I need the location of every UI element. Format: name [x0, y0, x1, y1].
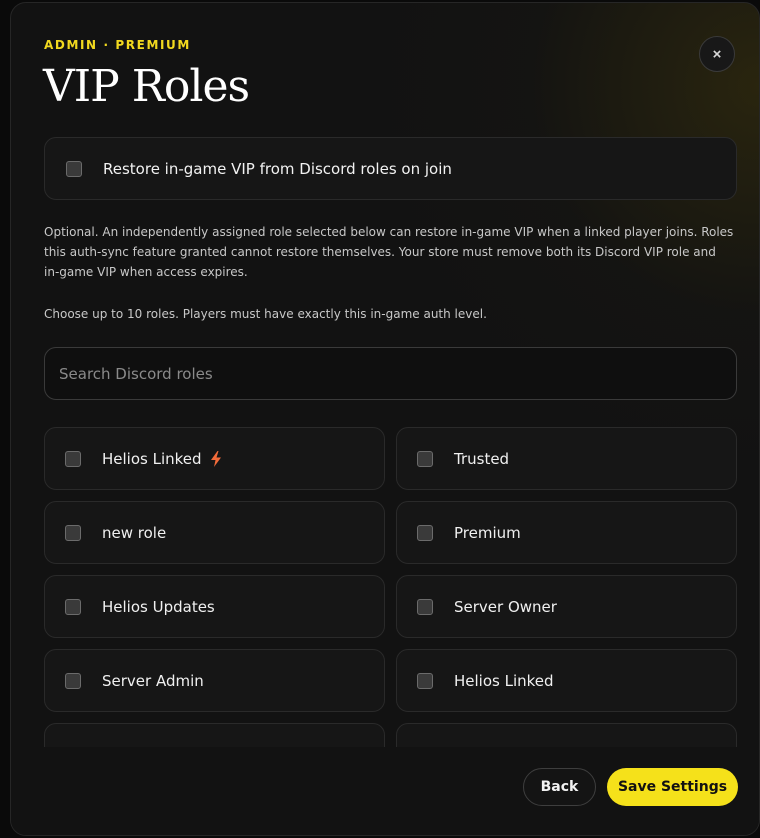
role-option[interactable]: Premium [396, 501, 737, 564]
role-label: Helios Linked [454, 671, 554, 690]
role-checkbox[interactable] [65, 672, 81, 689]
role-option[interactable] [44, 723, 385, 747]
role-label: Server Owner [454, 597, 557, 616]
role-checkbox[interactable] [417, 672, 433, 689]
role-checkbox[interactable] [417, 450, 433, 467]
role-checkbox[interactable] [417, 598, 433, 615]
role-label: new role [102, 523, 167, 542]
role-checkbox[interactable] [65, 598, 81, 615]
role-option[interactable]: Server Owner [396, 575, 737, 638]
role-option[interactable]: Server Admin [44, 649, 385, 712]
role-checkbox[interactable] [65, 524, 81, 541]
vip-roles-modal: ADMIN · PREMIUM VIP Roles × Restore in-g… [10, 2, 760, 836]
role-label: Helios Updates [102, 597, 215, 616]
restore-vip-checkbox[interactable] [66, 160, 82, 177]
role-checkbox[interactable] [417, 524, 433, 541]
role-list[interactable]: Helios Linked Trusted new role Premium Helio… [44, 427, 737, 747]
role-checkbox[interactable] [65, 450, 81, 467]
eyebrow-label: ADMIN · PREMIUM [44, 38, 191, 52]
role-option[interactable]: Helios Linked [396, 649, 737, 712]
lightning-bolt-icon [210, 450, 221, 467]
role-label: Helios Linked [102, 449, 202, 468]
back-button[interactable]: Back [523, 768, 596, 806]
restore-vip-label: Restore in-game VIP from Discord roles o… [103, 159, 452, 178]
close-button[interactable]: × [699, 36, 735, 72]
role-grid: Helios Linked Trusted new role Premium Helio… [44, 427, 737, 747]
search-roles-input[interactable] [44, 347, 737, 400]
save-settings-button[interactable]: Save Settings [607, 768, 738, 806]
role-label: Premium [454, 523, 521, 542]
limit-note: Choose up to 10 roles. Players must have… [44, 307, 487, 321]
role-option[interactable]: new role [44, 501, 385, 564]
role-option[interactable]: Trusted [396, 427, 737, 490]
role-option[interactable]: Helios Linked [44, 427, 385, 490]
role-label: Server Admin [102, 671, 204, 690]
role-label: Trusted [454, 449, 510, 468]
role-option[interactable]: Helios Updates [44, 575, 385, 638]
page-title: VIP Roles [43, 61, 250, 112]
description-text: Optional. An independently assigned role… [44, 225, 734, 279]
close-icon: × [712, 45, 722, 63]
role-option[interactable] [396, 723, 737, 747]
restore-vip-toggle[interactable]: Restore in-game VIP from Discord roles o… [44, 137, 737, 200]
